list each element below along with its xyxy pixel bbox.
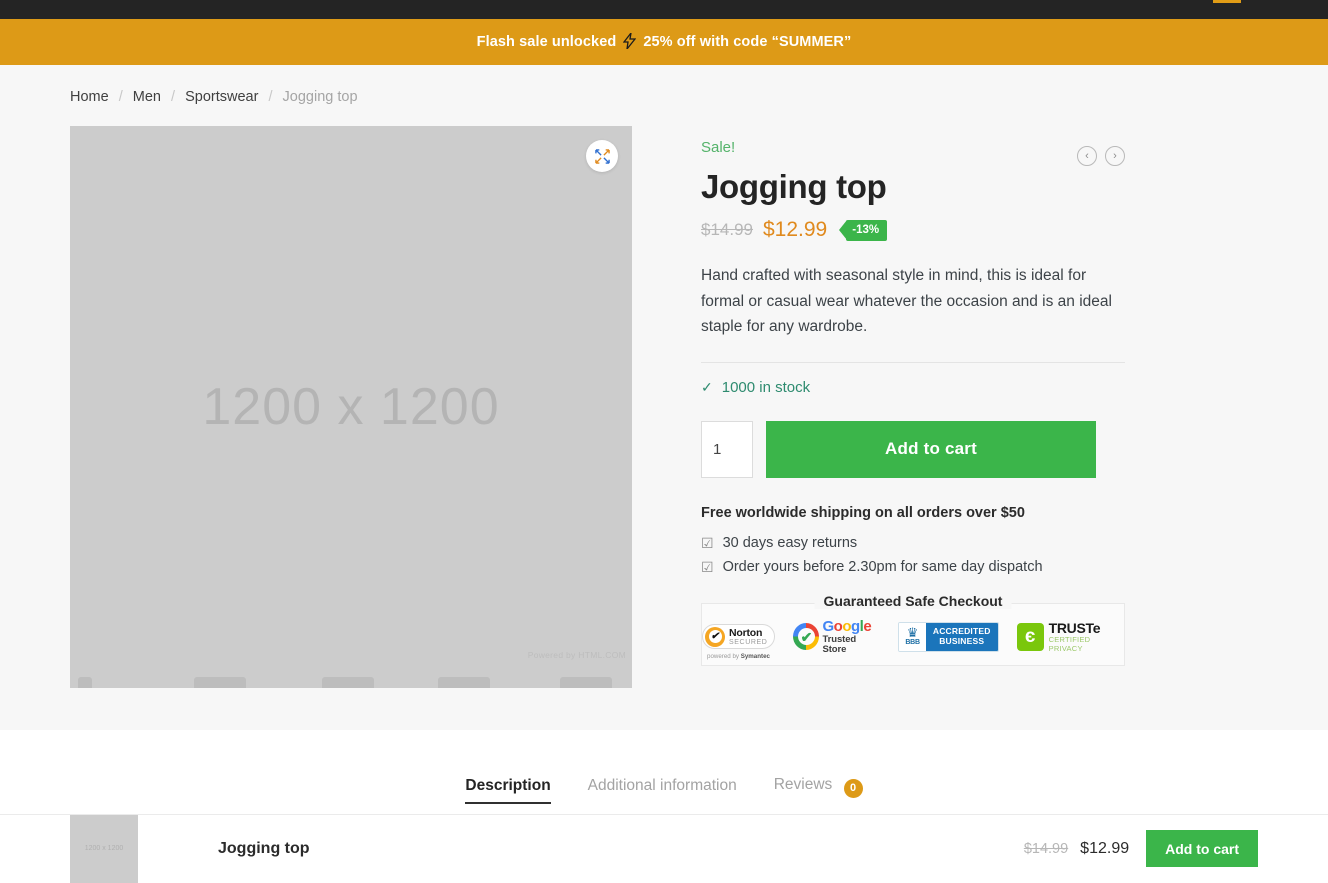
perk-label: Order yours before 2.30pm for same day d… — [722, 559, 1043, 576]
checkbox-checked-icon: ☑ — [701, 534, 714, 551]
guaranteed-safe-checkout: Guaranteed Safe Checkout ✔ Norton SECURE… — [701, 592, 1125, 666]
original-price: $14.99 — [701, 220, 753, 240]
add-to-cart-button[interactable]: Add to cart — [766, 420, 1096, 478]
breadcrumb-item-current: Jogging top — [282, 89, 358, 105]
expand-arrows-icon[interactable] — [586, 140, 618, 172]
chevron-right-icon[interactable]: › — [1105, 146, 1125, 166]
google-sub: Trusted Store — [822, 633, 857, 655]
product-tabs: Description Additional information Revie… — [0, 730, 1328, 805]
tab-description[interactable]: Description — [465, 777, 551, 804]
sticky-sale-price: $12.99 — [1080, 839, 1130, 857]
image-watermark: Powered by HTML.COM — [527, 650, 626, 660]
truste-mark-icon: є — [1016, 622, 1044, 651]
page-title: Jogging top — [701, 168, 887, 205]
shipping-note: Free worldwide shipping on all orders ov… — [701, 504, 1025, 521]
sale-badge: Sale! — [701, 139, 736, 156]
promo-text-after: 25% off with code “SUMMER” — [643, 34, 852, 50]
norton-footer: powered by Symantec — [707, 653, 770, 661]
gallery-thumbnail[interactable] — [560, 677, 612, 688]
bbb-accredited-business-badge: ♛ BBB ACCREDITED BUSINESS — [898, 621, 999, 652]
list-item: ☑ Order yours before 2.30pm for same day… — [701, 559, 1125, 576]
bbb-line-2: BUSINESS — [939, 635, 985, 646]
google-wordmark: Google — [822, 618, 872, 636]
trust-badges: ✔ Norton SECURED powered by Symantec ✔ G… — [702, 604, 1124, 665]
flash-sale-promo-bar[interactable]: Flash sale unlocked 25% off with code “S… — [0, 19, 1328, 65]
site-header-strip — [0, 0, 1328, 19]
checkbox-checked-icon: ☑ — [701, 558, 714, 575]
lightning-bolt-icon — [622, 32, 637, 53]
breadcrumb: Home / Men / Sportswear / Jogging top — [70, 89, 358, 105]
google-trusted-store-badge: ✔ Google Trusted Store — [793, 619, 880, 655]
product-short-description: Hand crafted with seasonal style in mind… — [701, 267, 1112, 336]
google-check-icon: ✔ — [793, 623, 820, 651]
truste-sub: CERTIFIED PRIVACY — [1048, 635, 1091, 653]
gallery-thumbnail[interactable] — [194, 677, 246, 688]
stock-status: ✓ 1000 in stock — [701, 379, 1125, 396]
sticky-product-thumbnail[interactable]: 1200 x 1200 — [70, 814, 138, 883]
reviews-count-badge: 0 — [843, 778, 863, 798]
product-navigation: ‹ › — [1077, 146, 1125, 166]
gallery-thumbnail-strip[interactable] — [70, 677, 632, 688]
stock-status-label: 1000 in stock — [721, 378, 811, 396]
gallery-thumbnail[interactable] — [438, 677, 490, 688]
truste-brand: TRUSTe — [1048, 620, 1101, 637]
sale-price: $12.99 — [763, 218, 828, 242]
breadcrumb-item-home[interactable]: Home — [70, 89, 109, 105]
price-row: $14.99 $12.99 -13% — [701, 218, 1125, 242]
sticky-add-to-cart-bar: 1200 x 1200 Jogging top $14.99 $12.99 Ad… — [0, 814, 1328, 883]
add-to-cart-form: Add to cart — [701, 420, 1125, 478]
safe-checkout-title: Guaranteed Safe Checkout — [814, 592, 1012, 609]
chevron-left-icon[interactable]: ‹ — [1077, 146, 1097, 166]
product-perks-list: ☑ 30 days easy returns ☑ Order yours bef… — [701, 535, 1125, 576]
gallery-thumbnail[interactable] — [78, 677, 92, 688]
promo-text-before: Flash sale unlocked — [476, 34, 617, 50]
product-summary: ‹ › Sale! Jogging top $14.99 $12.99 -13%… — [701, 126, 1125, 666]
quantity-input[interactable] — [701, 420, 753, 478]
tab-reviews-label: Reviews — [773, 776, 833, 793]
gallery-thumbnail[interactable] — [322, 677, 374, 688]
bbb-torch-icon: ♛ — [906, 625, 919, 641]
sticky-price-actions: $14.99 $12.99 Add to cart — [1024, 830, 1258, 867]
breadcrumb-item-men[interactable]: Men — [133, 89, 161, 105]
truste-certified-privacy-badge: є TRUSTe CERTIFIED PRIVACY — [1016, 620, 1124, 653]
tab-additional-information[interactable]: Additional information — [588, 777, 737, 804]
norton-secured-badge: ✔ Norton SECURED powered by Symantec — [702, 624, 776, 660]
header-accent-marker — [1213, 0, 1241, 3]
breadcrumb-separator: / — [118, 89, 123, 105]
norton-check-icon: ✔ — [705, 626, 725, 647]
norton-brand: Norton — [729, 627, 763, 640]
breadcrumb-item-sportswear[interactable]: Sportswear — [185, 89, 258, 105]
product-image-placeholder-label: 1200 x 1200 — [202, 378, 500, 436]
tab-reviews[interactable]: Reviews 0 — [774, 776, 863, 805]
bbb-acronym: BBB — [905, 638, 920, 646]
sticky-add-to-cart-button[interactable]: Add to cart — [1146, 830, 1258, 867]
product-page-body: Home / Men / Sportswear / Jogging top 12… — [0, 65, 1328, 730]
list-item: ☑ 30 days easy returns — [701, 535, 1125, 552]
divider — [701, 361, 1125, 363]
product-image-gallery[interactable]: 1200 x 1200 Powered by HTML.COM — [70, 126, 632, 688]
discount-badge: -13% — [846, 219, 888, 241]
breadcrumb-separator: / — [171, 89, 176, 105]
sticky-product-title: Jogging top — [218, 839, 310, 857]
perk-label: 30 days easy returns — [722, 535, 858, 552]
sticky-original-price: $14.99 — [1023, 840, 1069, 857]
norton-sub: SECURED — [729, 638, 768, 646]
breadcrumb-separator: / — [268, 89, 273, 105]
check-icon: ✓ — [701, 378, 713, 395]
